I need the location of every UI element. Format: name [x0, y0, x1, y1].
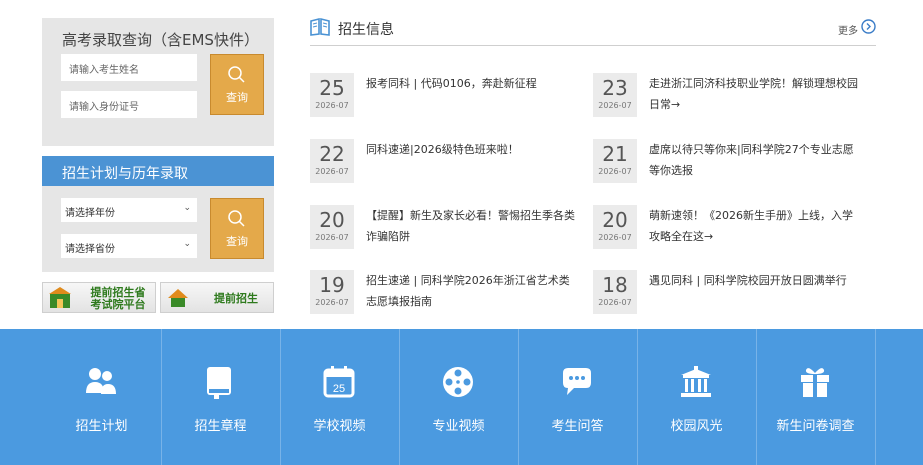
nav-admission-plan[interactable]: 招生计划	[42, 329, 161, 465]
date-badge: 25 2026-07	[310, 73, 354, 117]
date-month: 2026-07	[315, 101, 349, 110]
search-icon	[228, 66, 245, 83]
news-item[interactable]: 20 2026-07 【提醒】新生及家长必看！警惕招生季各类诈骗陷阱	[310, 205, 580, 249]
gift-icon	[801, 368, 829, 397]
chat-icon	[563, 368, 591, 395]
nav-campus-scenery[interactable]: 校园风光	[637, 329, 756, 465]
name-input[interactable]: 请输入考生姓名	[61, 54, 197, 81]
banner-line2: 考试院平台	[90, 298, 146, 311]
building-icon	[681, 366, 711, 397]
date-day: 20	[602, 208, 628, 232]
nav-label: 考生问答	[551, 419, 604, 434]
id-input[interactable]: 请输入身份证号	[61, 91, 197, 118]
news-item[interactable]: 23 2026-07 走进浙江同济科技职业学院！解锁理想校园日常→	[593, 73, 863, 117]
quick-nav-bar: 招生计划 招生章程 25 学校视频 专业视频 考生问答 校园风光 新生问卷调查	[0, 329, 923, 465]
nav-label: 校园风光	[670, 419, 723, 434]
nav-school-video[interactable]: 25 学校视频	[280, 329, 399, 465]
more-link[interactable]: 更多	[838, 22, 858, 37]
news-item[interactable]: 20 2026-07 萌新速领！《2026新生手册》上线，入学攻略全在这→	[593, 205, 863, 249]
nav-label: 招生章程	[194, 419, 247, 434]
news-item[interactable]: 18 2026-07 遇见同科 | 同科学院校园开放日圆满举行	[593, 270, 863, 314]
news-item[interactable]: 25 2026-07 报考同科 | 代码0106，奔赴新征程	[310, 73, 580, 117]
date-month: 2026-07	[315, 298, 349, 307]
date-day: 21	[602, 142, 628, 166]
date-month: 2026-07	[315, 233, 349, 242]
date-day: 25	[319, 76, 345, 100]
date-month: 2026-07	[598, 101, 632, 110]
date-month: 2026-07	[598, 298, 632, 307]
plan-query-panel: 请选择年份 ⌄ 请选择省份 ⌄ 查询	[42, 186, 274, 272]
plan-query-button-label: 查询	[226, 235, 248, 248]
house-logo-icon	[168, 289, 188, 307]
date-month: 2026-07	[598, 233, 632, 242]
nav-label: 招生计划	[75, 419, 128, 434]
news-item[interactable]: 19 2026-07 招生速递 | 同科学院2026年浙江省艺术类志愿填报指南	[310, 270, 580, 314]
building-logo-icon	[49, 287, 71, 308]
date-day: 20	[319, 208, 345, 232]
date-badge: 21 2026-07	[593, 139, 637, 183]
admission-query-button-label: 查询	[226, 91, 248, 104]
province-select-value: 请选择省份	[65, 244, 115, 255]
news-item[interactable]: 22 2026-07 同科速递|2026级特色班来啦！	[310, 139, 580, 183]
date-badge: 20 2026-07	[310, 205, 354, 249]
calendar-icon: 25	[323, 366, 355, 398]
people-icon	[86, 368, 116, 394]
divider	[875, 329, 876, 465]
news-header: 招生信息 更多	[310, 16, 876, 46]
date-month: 2026-07	[598, 167, 632, 176]
nav-label: 新生问卷调查	[776, 419, 855, 434]
news-item-title[interactable]: 【提醒】新生及家长必看！警惕招生季各类诈骗陷阱	[366, 205, 576, 247]
year-select-value: 请选择年份	[65, 208, 115, 219]
news-item-title[interactable]: 走进浙江同济科技职业学院！解锁理想校园日常→	[649, 73, 859, 115]
news-item-title[interactable]: 萌新速领！《2026新生手册》上线，入学攻略全在这→	[649, 205, 859, 247]
date-day: 23	[602, 76, 628, 100]
chevron-down-icon: ⌄	[183, 203, 191, 213]
search-icon	[228, 210, 245, 227]
province-select[interactable]: 请选择省份 ⌄	[61, 234, 197, 258]
news-item-title[interactable]: 同科速递|2026级特色班来啦！	[366, 139, 576, 160]
nav-major-video[interactable]: 专业视频	[399, 329, 518, 465]
chevron-right-circle-icon[interactable]	[861, 19, 876, 34]
early-admission-banner[interactable]: 提前招生	[160, 282, 274, 313]
date-badge: 22 2026-07	[310, 139, 354, 183]
calendar-badge: 25	[333, 383, 345, 395]
nav-freshman-survey[interactable]: 新生问卷调查	[756, 329, 875, 465]
date-day: 18	[602, 273, 628, 297]
nav-label: 专业视频	[432, 419, 485, 434]
news-item-title[interactable]: 报考同科 | 代码0106，奔赴新征程	[366, 73, 576, 94]
plan-title: 招生计划与历年录取	[42, 156, 274, 186]
date-day: 19	[319, 273, 345, 297]
news-item-title[interactable]: 遇见同科 | 同科学院校园开放日圆满举行	[649, 270, 859, 291]
date-badge: 18 2026-07	[593, 270, 637, 314]
year-select[interactable]: 请选择年份 ⌄	[61, 198, 197, 222]
plan-query-button[interactable]: 查询	[210, 198, 264, 259]
news-item[interactable]: 21 2026-07 虚席以待只等你来|同科学院27个专业志愿等你选报	[593, 139, 863, 183]
book-icon	[310, 18, 330, 36]
admission-query-title: 高考录取查询（含EMS快件）	[62, 31, 259, 49]
date-badge: 19 2026-07	[310, 270, 354, 314]
date-month: 2026-07	[315, 167, 349, 176]
nav-admission-rules[interactable]: 招生章程	[161, 329, 280, 465]
date-badge: 20 2026-07	[593, 205, 637, 249]
chevron-down-icon: ⌄	[183, 239, 191, 249]
news-item-title[interactable]: 虚席以待只等你来|同科学院27个专业志愿等你选报	[649, 139, 859, 181]
date-badge: 23 2026-07	[593, 73, 637, 117]
film-reel-icon	[443, 367, 473, 397]
banner-line1: 提前招生	[214, 292, 258, 305]
early-admission-exam-platform-banner[interactable]: 提前招生省 考试院平台	[42, 282, 156, 313]
admission-query-button[interactable]: 查询	[210, 54, 264, 115]
news-item-title[interactable]: 招生速递 | 同科学院2026年浙江省艺术类志愿填报指南	[366, 270, 576, 312]
news-title: 招生信息	[338, 22, 394, 38]
date-day: 22	[319, 142, 345, 166]
nav-label: 学校视频	[313, 419, 366, 434]
book-icon	[207, 367, 231, 399]
admission-query-panel: 高考录取查询（含EMS快件） 请输入考生姓名 请输入身份证号 查询	[42, 18, 274, 146]
nav-qa[interactable]: 考生问答	[518, 329, 637, 465]
